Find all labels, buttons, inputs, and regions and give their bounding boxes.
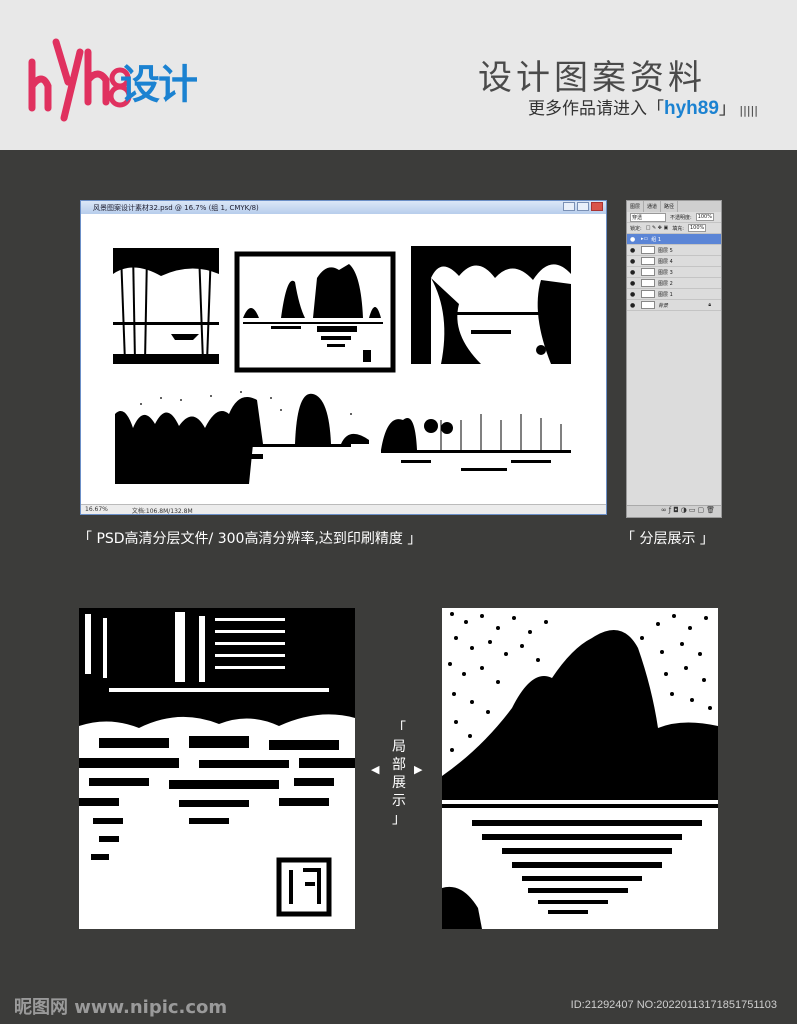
detail-label: 「局部展示」: [392, 721, 406, 827]
status-bar: 16.67% 文档:106.8M/132.8M: [81, 504, 606, 515]
arrow-right-icon: ▶: [414, 763, 423, 776]
lock-icon: 🔒︎: [708, 302, 711, 308]
eye-icon[interactable]: ●: [630, 258, 638, 265]
tab-channels[interactable]: 通道: [644, 201, 662, 212]
layer-thumbnail: [641, 301, 655, 309]
fill-field[interactable]: 100%: [687, 224, 707, 232]
link-icon[interactable]: ∞: [661, 506, 669, 514]
eye-icon[interactable]: ●: [630, 247, 638, 254]
blend-mode-select[interactable]: 穿透: [630, 212, 666, 222]
layer-row-background[interactable]: ● 背景 🔒︎: [627, 300, 721, 311]
zoom-level[interactable]: 16.67%: [85, 506, 108, 513]
subtitle: 更多作品请进入「hyh89」 |||||: [528, 98, 758, 119]
adjustment-icon[interactable]: ◑: [681, 506, 689, 514]
header-banner: 设计 设计图案资料 更多作品请进入「hyh89」 |||||: [0, 0, 797, 150]
folder-icon: ▸▭: [641, 236, 649, 242]
layers-panel-footer: ∞ƒ◘◑▭▢🗑︎: [627, 505, 721, 517]
dotted-hills-artwork: [115, 388, 371, 490]
karst-framed-artwork: [234, 251, 396, 373]
detail-crop-right: [442, 608, 718, 929]
lock-label: 锁定:: [630, 225, 642, 232]
document-canvas[interactable]: [81, 214, 606, 504]
bamboo-scene-artwork: [113, 246, 219, 364]
footer: 昵图网 www.nipic.com ID:21292407 NO:2022011…: [0, 987, 797, 1024]
detail-crop-left: [79, 608, 355, 929]
window-titlebar[interactable]: 风景图案设计素材32.psd @ 16.7% (组 1, CMYK/8): [81, 201, 606, 214]
layer-row[interactable]: ● 图层 3: [627, 267, 721, 278]
arrow-left-icon: ◀: [371, 763, 380, 776]
eye-icon[interactable]: ●: [630, 236, 638, 243]
maximize-button[interactable]: [577, 202, 589, 211]
eye-icon[interactable]: ●: [630, 269, 638, 276]
tab-paths[interactable]: 路径: [661, 201, 679, 212]
layer-row[interactable]: ● 图层 5: [627, 245, 721, 256]
layer-row[interactable]: ● 图层 1: [627, 289, 721, 300]
opacity-label: 不透明度:: [670, 214, 692, 221]
layers-panel: 图层 通道 路径 穿透 不透明度: 100% 锁定: □ ✎ ✥ ▣ 填充: 1…: [626, 200, 722, 518]
page-title: 设计图案资料: [478, 58, 706, 98]
minimize-button[interactable]: [563, 202, 575, 211]
opacity-field[interactable]: 100%: [695, 213, 714, 221]
new-layer-icon[interactable]: ▢: [697, 506, 706, 514]
site-link[interactable]: hyh89: [664, 98, 719, 119]
layer-thumbnail: [641, 268, 655, 276]
layer-thumbnail: [641, 246, 655, 254]
photoshop-document-window: 风景图案设计素材32.psd @ 16.7% (组 1, CMYK/8) 16.…: [80, 200, 607, 515]
layer-thumbnail: [641, 290, 655, 298]
eye-icon[interactable]: ●: [630, 302, 638, 309]
close-button[interactable]: [591, 202, 603, 211]
layer-row[interactable]: ● 图层 4: [627, 256, 721, 267]
caption-layers: 「 分层展示 」: [621, 531, 714, 547]
document-size: 文档:106.8M/132.8M: [131, 508, 193, 515]
fill-label: 填充:: [672, 225, 684, 232]
caption-psd-info: 「 PSD高清分层文件/ 300高清分辨率,达到印刷精度 」: [78, 531, 422, 547]
mask-icon[interactable]: ◘: [673, 506, 681, 514]
image-id: ID:21292407 NO:20220113171851751103: [570, 999, 777, 1011]
trash-icon[interactable]: 🗑︎: [706, 506, 717, 514]
layer-row-group1[interactable]: ● ▸▭ 组 1: [627, 234, 721, 245]
layer-thumbnail: [641, 257, 655, 265]
eye-icon[interactable]: ●: [630, 280, 638, 287]
tree-scene-artwork: [411, 246, 571, 364]
logo-text: 设计: [120, 62, 198, 108]
lock-icon[interactable]: □ ✎ ✥ ▣: [646, 225, 669, 231]
layer-row[interactable]: ● 图层 2: [627, 278, 721, 289]
tab-layers[interactable]: 图层: [627, 201, 645, 212]
palm-scene-artwork: [379, 404, 571, 486]
eye-icon[interactable]: ●: [630, 291, 638, 298]
layer-thumbnail: [641, 279, 655, 287]
watermark-text: 昵图网 www.nipic.com: [14, 997, 228, 1018]
